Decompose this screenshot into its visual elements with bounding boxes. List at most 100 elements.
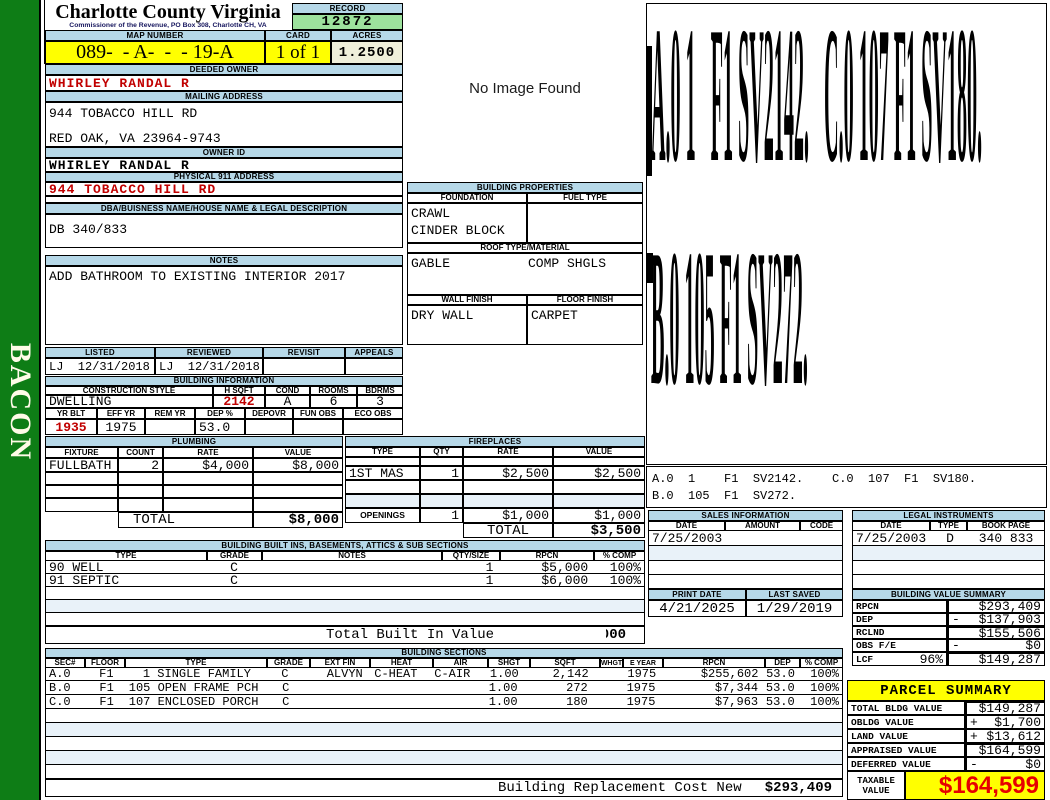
plumbing-fixture: FULLBATH <box>45 458 118 472</box>
legal-row: 7/25/2003 D 340 833 <box>852 531 1045 546</box>
parcel-label: TOTAL BLDG VALUE <box>847 701 965 715</box>
funobs-value <box>293 419 343 435</box>
parcel-value-cell: - $0 <box>965 757 1045 771</box>
builtin-rpcn: $6,000 <box>496 574 591 586</box>
builtins-type-label: TYPE <box>45 551 207 561</box>
sect-col-eyear: E YEAR <box>623 658 663 668</box>
empty-row <box>45 723 843 737</box>
legal-bookpage: 340 833 <box>968 531 1044 545</box>
effyr-label: EFF YR <box>97 408 145 419</box>
builtin-notes <box>261 574 437 586</box>
empty-cell <box>553 480 645 494</box>
rooms-value: 6 <box>310 395 357 408</box>
fireplace-rate-label: RATE <box>463 447 553 457</box>
sect-col-heat: HEAT <box>370 658 433 668</box>
mailing-address-label: MAILING ADDRESS <box>45 91 403 102</box>
section-row: C.0 F1 107 ENCLOSED PORCH C 1.00 180 197… <box>45 695 843 709</box>
dba-legal-value: DB 340/833 <box>45 214 403 248</box>
sect-whgt <box>601 668 623 680</box>
record-number: 12872 <box>292 14 403 30</box>
sect-dep: 53.0 <box>761 695 798 708</box>
taxable-value: $164,599 <box>905 771 1045 800</box>
fireplace-qty-label: QTY <box>420 447 463 457</box>
bvs-label: RPCN <box>852 600 947 613</box>
sect-sec: B.0 <box>46 681 87 694</box>
notes-label: NOTES <box>45 255 403 266</box>
parcel-value-cell: + $1,700 <box>965 715 1045 729</box>
building-value-summary-header: BUILDING VALUE SUMMARY <box>852 589 1045 600</box>
fixture-label: FIXTURE <box>45 447 118 458</box>
bvs-value-cell: - $137,903 <box>947 613 1045 626</box>
builtins-total-value: $11,000 <box>606 627 644 643</box>
fireplace-value-label: VALUE <box>553 447 645 457</box>
builtin-rpcn: $5,000 <box>496 561 591 573</box>
parcel-label: LAND VALUE <box>847 729 965 743</box>
empty-row <box>648 546 843 561</box>
empty-cell <box>553 457 645 466</box>
empty-row <box>852 561 1045 575</box>
sect-dep: 53.0 <box>761 681 798 694</box>
sketch-legend-box: A.0 1 F1 SV2142. C.0 107 F1 SV180. B.0 1… <box>646 466 1047 508</box>
listed-value: LJ 12/31/2018 <box>45 358 155 375</box>
builtin-qty: 1 <box>437 561 497 573</box>
sketch-vector-label-2: B.0 105 F1 SV272. <box>651 227 808 422</box>
wall-finish-value: DRY WALL <box>407 305 527 345</box>
sketch-legend-line-1: A.0 1 F1 SV2142. C.0 107 F1 SV180. <box>652 472 976 486</box>
builtin-type: 91 SEPTIC <box>46 574 207 586</box>
effyr-value: 1975 <box>97 419 145 435</box>
empty-cell <box>345 494 420 508</box>
sect-type: 1 SINGLE FAMILY <box>126 668 265 680</box>
sect-col-dep: DEP <box>765 658 800 668</box>
appeals-value <box>345 358 403 375</box>
parcel-value-cell: + $13,612 <box>965 729 1045 743</box>
empty-cell <box>420 480 463 494</box>
empty-row <box>45 709 843 723</box>
bvs-label: LCF <box>853 654 873 665</box>
builtins-total-label: Total Built In Value <box>46 627 606 643</box>
bvs-lcf-label-cell: LCF 96% <box>852 652 947 666</box>
acres-value: 1.2500 <box>331 41 403 64</box>
sect-floor: F1 <box>87 695 125 708</box>
no-image-placeholder: No Image Found <box>407 80 643 97</box>
sect-col-whgt: WHGT <box>600 658 623 668</box>
sect-ext <box>306 695 364 708</box>
bdrms-value: 3 <box>357 395 403 408</box>
roof-value: GABLE COMP SHGLS <box>407 253 643 295</box>
sketch-canvas: A.0 1 F1 SV2142. C.0 107 F1 SV180. B.0 1… <box>646 3 1047 465</box>
sect-col-rpcn: RPCN <box>663 658 765 668</box>
sect-air <box>424 681 477 694</box>
built-ins-header: BUILDING BUILT INS, BASEMENTS, ATTICS & … <box>45 540 645 551</box>
builtin-comp: 100% <box>591 561 644 573</box>
empty-cell <box>163 472 253 485</box>
sketch-vector-label-1: A.0 1 F1 SV2142. C.0 107 F1 SV180. <box>651 4 982 199</box>
parcel-value: $164,599 <box>970 743 1044 757</box>
empty-row <box>45 737 843 751</box>
parcel-summary-header: PARCEL SUMMARY <box>847 680 1045 701</box>
sect-col-shgt: SHGT <box>488 658 530 668</box>
dep-pct-value: 53.0 <box>195 419 245 435</box>
taxable-label-line1: TAXABLE <box>857 776 895 786</box>
openings-qty: 1 <box>420 508 463 523</box>
bvs-label: OBS F/E <box>852 639 947 652</box>
builtin-type: 90 WELL <box>46 561 207 573</box>
sales-amount-label: AMOUNT <box>725 521 800 531</box>
builtin-row: 90 WELL C 1 $5,000 100% <box>45 561 645 574</box>
record-label: RECORD <box>292 3 403 14</box>
empty-cell <box>253 485 343 498</box>
sect-heat: C-HEAT <box>366 668 426 680</box>
replacement-cost-value: $293,409 <box>742 780 842 796</box>
rate-label: RATE <box>163 447 253 458</box>
empty-cell <box>118 485 163 498</box>
reviewed-label: REVIEWED <box>155 347 263 358</box>
sect-sqft: 272 <box>521 681 600 694</box>
sect-type: 105 OPEN FRAME PCH <box>126 681 265 694</box>
sect-eyear: 1975 <box>622 695 660 708</box>
fireplace-type-label: TYPE <box>345 447 420 457</box>
sketch-legend-line-2: B.0 105 F1 SV272. <box>652 489 796 503</box>
ecoobs-value <box>343 419 403 435</box>
sect-rpcn: $7,344 <box>660 681 761 694</box>
bvs-label: DEP <box>852 613 947 626</box>
builtin-notes <box>261 561 437 573</box>
sect-col-sqft: SQFT <box>530 658 600 668</box>
builtins-rpcn-label: RPCN <box>500 551 594 561</box>
